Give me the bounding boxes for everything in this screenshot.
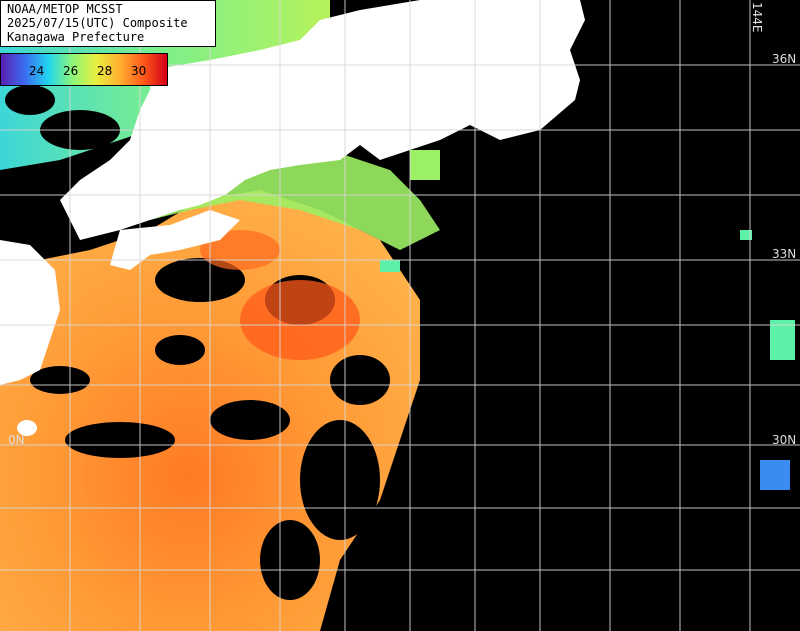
kuroshio-warm-core — [240, 280, 360, 360]
colorbar-tick: 24 — [29, 64, 45, 78]
lon-label-144e: 144E — [750, 2, 764, 33]
region-name: Kanagawa Prefecture — [7, 30, 145, 44]
date-composite: 2025/07/15(UTC) Composite — [7, 16, 188, 30]
lat-label-30n: 30N — [772, 433, 797, 447]
map-info-box: NOAA/METOP MCSST 2025/07/15(UTC) Composi… — [0, 0, 216, 47]
colorbar-tick: 28 — [97, 64, 113, 78]
lat-label-partial: 0N — [8, 433, 25, 447]
colorbar-tick: 26 — [63, 64, 79, 78]
lat-label-36n: 36N — [772, 52, 797, 66]
temperature-colorbar: 24 26 28 30 — [0, 53, 168, 86]
sst-map — [0, 0, 800, 631]
satellite-title: NOAA/METOP MCSST — [7, 2, 123, 16]
colorbar-tick: 30 — [131, 64, 147, 78]
island — [319, 103, 331, 127]
lat-label-33n: 33N — [772, 247, 797, 261]
